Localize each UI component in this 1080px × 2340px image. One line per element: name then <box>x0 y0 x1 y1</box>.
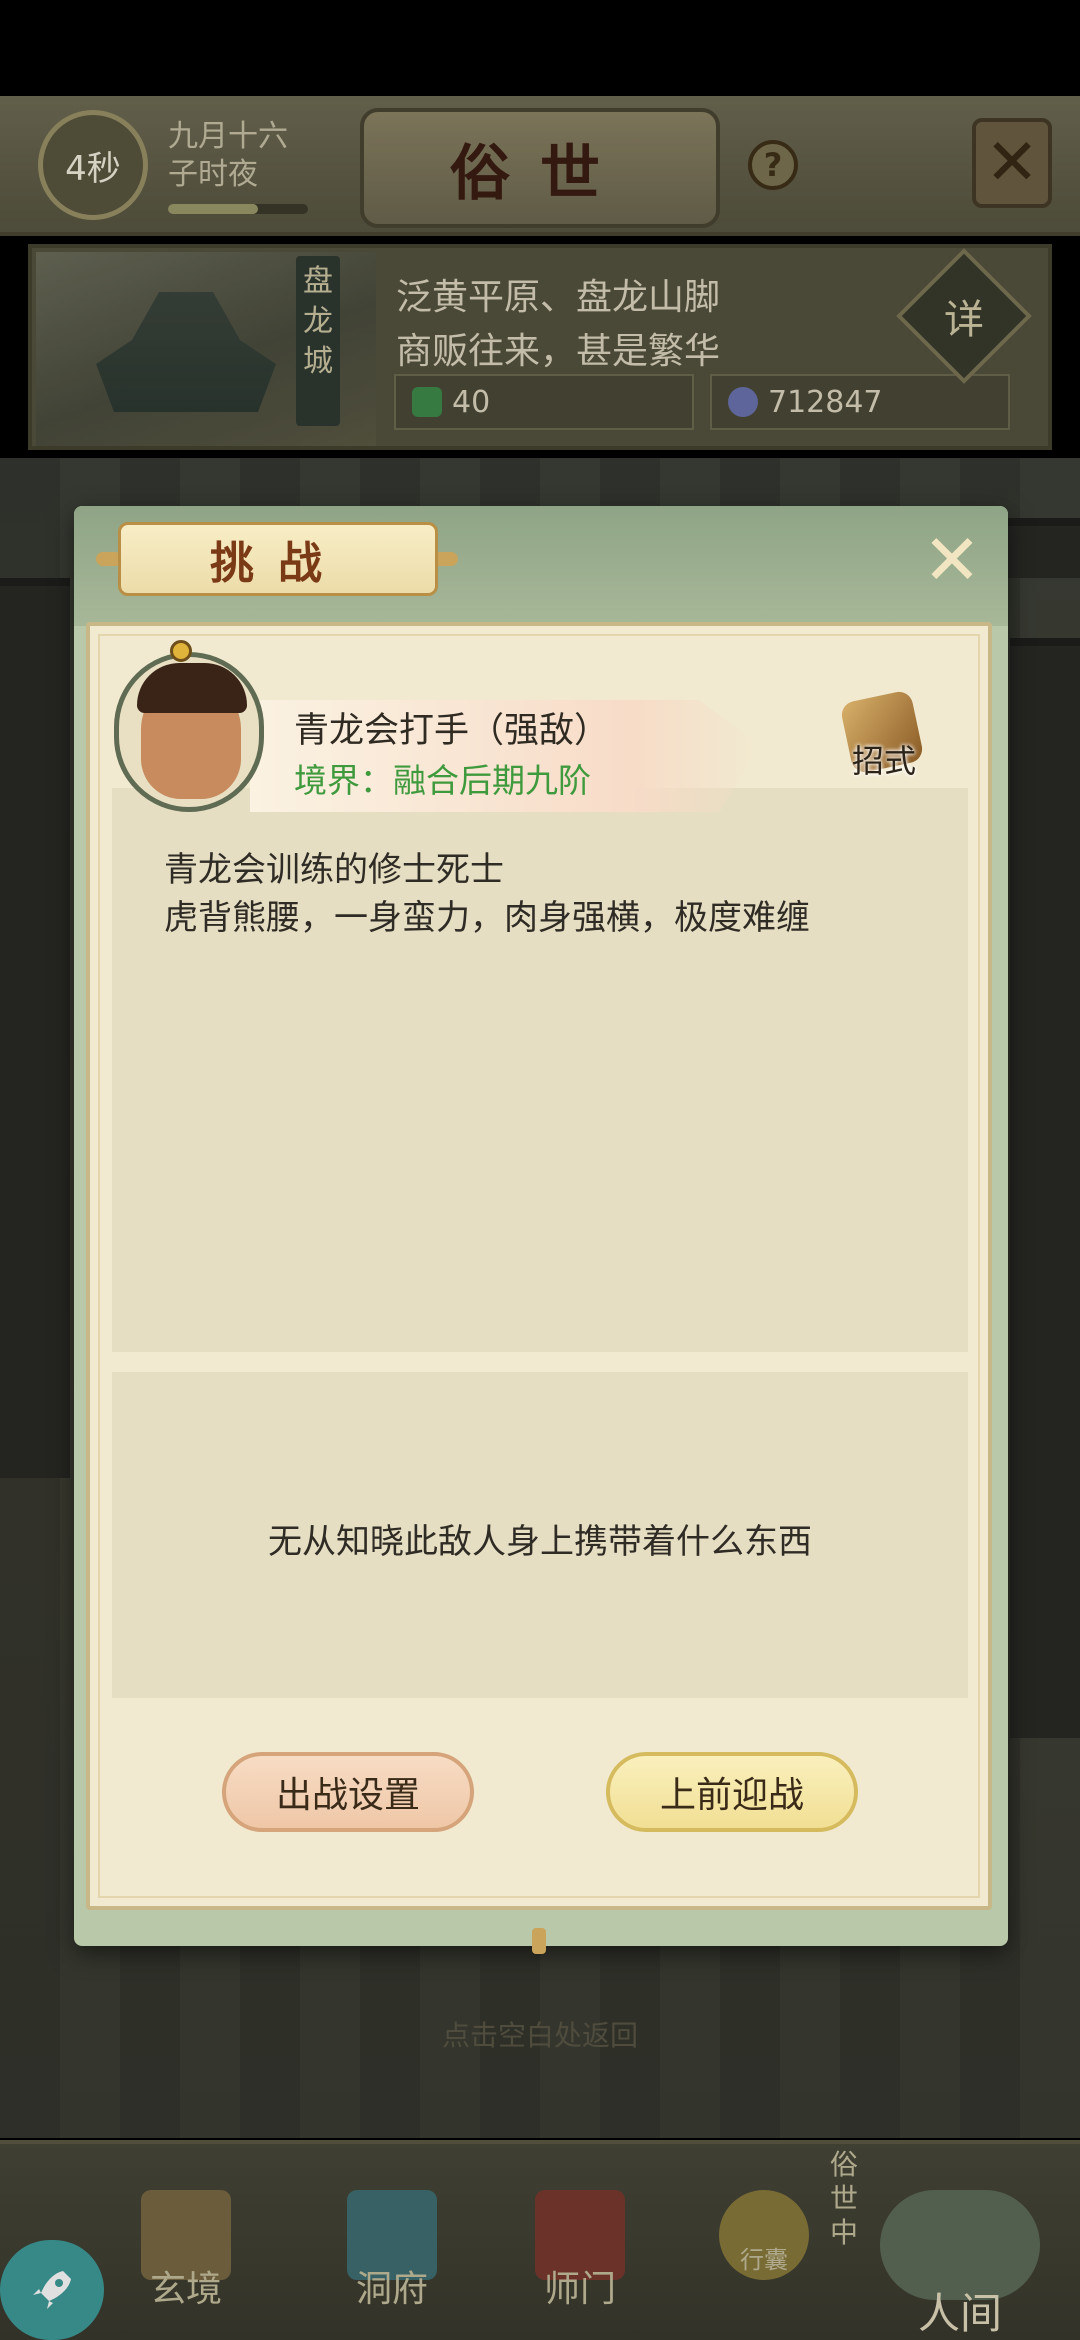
dialog-title: 挑战 <box>118 522 438 596</box>
close-icon[interactable]: ✕ <box>916 524 988 596</box>
topknot-ornament <box>170 640 192 662</box>
enemy-avatar <box>114 652 264 812</box>
drops-text: 无从知晓此敌人身上携带着什么东西 <box>268 1522 812 1562</box>
enemy-realm: 境界：融合后期九阶 <box>294 761 591 800</box>
enemy-description-1: 青龙会训练的修士死士 <box>164 850 504 890</box>
skills-label: 招式 <box>851 742 916 780</box>
enemy-name: 青龙会打手（强敌） <box>294 711 610 751</box>
status-bar <box>0 0 1080 96</box>
enemy-description-2: 虎背熊腰，一身蛮力，肉身强横，极度难缠 <box>164 898 810 938</box>
engage-battle-button[interactable]: 上前迎战 <box>606 1752 858 1832</box>
battle-settings-button[interactable]: 出战设置 <box>222 1752 474 1832</box>
